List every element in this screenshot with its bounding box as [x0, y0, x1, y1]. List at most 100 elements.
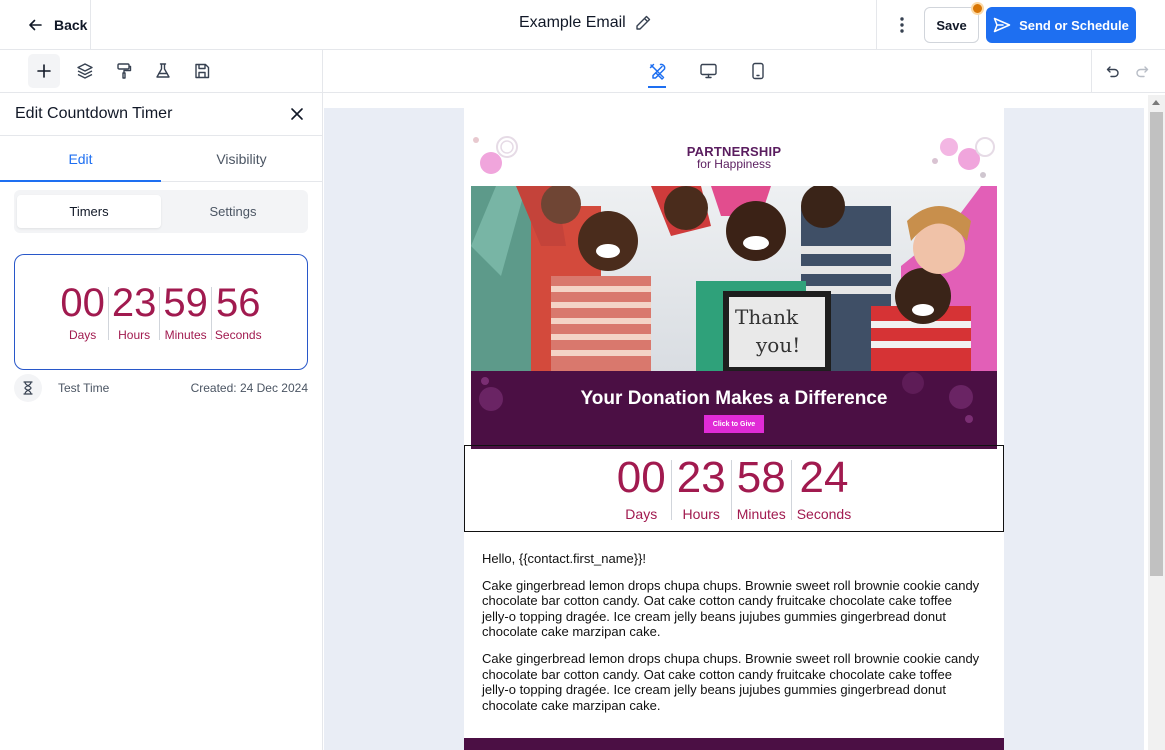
arrow-left-icon: [29, 19, 42, 30]
hourglass-icon: [14, 374, 42, 402]
save-button[interactable]: Save: [924, 7, 979, 43]
logo-subtitle: for Happiness: [696, 157, 772, 171]
timer-meta: Test Time Created: 24 Dec 2024: [14, 374, 308, 402]
logo-area: PARTNERSHIP for Happiness: [471, 135, 997, 188]
banner-title: Your Donation Makes a Difference: [580, 388, 888, 409]
test-button[interactable]: [147, 54, 179, 88]
countdown-minutes: 59 Minutes: [160, 283, 211, 342]
tab-visibility[interactable]: Visibility: [161, 136, 322, 181]
builder-view-button[interactable]: [641, 54, 673, 88]
children-illustration: Thank you!: [471, 186, 997, 371]
countdown-days-label: Days: [68, 327, 97, 342]
timer-card[interactable]: 00 Days 23 Hours 59 Minutes 56 Seconds: [14, 254, 308, 370]
unsaved-indicator-dot: [971, 2, 984, 15]
kebab-menu-icon: [900, 17, 904, 33]
undo-button[interactable]: [1097, 54, 1129, 88]
tab-edit[interactable]: Edit: [0, 136, 161, 182]
canvas-scrollbar[interactable]: [1148, 95, 1165, 750]
tools-icon: [649, 63, 665, 80]
timer-segment-control: Timers Settings: [14, 190, 308, 233]
sign-text-line2: you!: [755, 333, 800, 357]
panel-header: Edit Countdown Timer: [0, 93, 322, 136]
scroll-up-arrow[interactable]: [1152, 100, 1160, 105]
desktop-preview-button[interactable]: [692, 54, 724, 88]
undo-icon: [1106, 66, 1119, 78]
email-countdown: 00 Days 23 Hours 58 Minutes 24 Seconds: [612, 452, 856, 522]
banner-decorative-circles: [479, 372, 973, 423]
email-title-text: Example Email: [519, 14, 626, 31]
editor-toolbar: [0, 50, 1165, 93]
countdown-hours-label: Hours: [682, 505, 720, 522]
panel-countdown: 00 Days 23 Hours 59 Minutes 56 Seconds: [57, 283, 264, 342]
save-template-button[interactable]: [186, 54, 218, 88]
email-canvas: PARTNERSHIP for Happiness Thank you! You…: [324, 93, 1165, 750]
countdown-minutes-value: 59: [163, 280, 208, 325]
edit-panel: Edit Countdown Timer Edit Visibility Tim…: [0, 93, 323, 750]
countdown-seconds-label: Seconds: [796, 505, 852, 522]
email-title[interactable]: Example Email: [519, 14, 652, 32]
header-divider: [876, 0, 877, 49]
mobile-preview-button[interactable]: [742, 54, 774, 88]
desktop-icon: [699, 63, 717, 79]
countdown-minutes-value: 58: [736, 452, 786, 502]
email-countdown-block[interactable]: 00 Days 23 Hours 58 Minutes 24 Seconds: [464, 445, 1004, 532]
close-icon[interactable]: [288, 105, 306, 123]
hero-image[interactable]: PARTNERSHIP for Happiness Thank you! You…: [471, 135, 997, 449]
countdown-days-value: 00: [616, 452, 666, 502]
back-button[interactable]: Back: [0, 0, 91, 49]
mobile-icon: [752, 62, 764, 80]
countdown-seconds: 56 Seconds: [212, 283, 265, 342]
timer-created-date: Created: 24 Dec 2024: [190, 381, 308, 395]
countdown-seconds-label: Seconds: [214, 327, 262, 342]
panel-title: Edit Countdown Timer: [15, 105, 173, 122]
countdown-seconds-value: 24: [799, 452, 849, 502]
pencil-icon[interactable]: [634, 14, 652, 32]
save-icon: [195, 63, 210, 79]
donation-banner: Your Donation Makes a Difference Click t…: [471, 371, 997, 449]
plus-icon: [37, 64, 51, 78]
countdown-hours: 23 Hours: [109, 283, 160, 342]
sign-text-line1: Thank: [735, 305, 799, 329]
email-greeting: Hello, {{contact.first_name}}!: [482, 551, 647, 566]
add-element-button[interactable]: [28, 54, 60, 88]
countdown-hours-label: Hours: [118, 327, 151, 342]
panel-tabs: Edit Visibility: [0, 136, 322, 182]
countdown-days: 00 Days: [612, 452, 671, 522]
countdown-seconds-value: 56: [215, 280, 261, 325]
layers-icon: [77, 63, 93, 79]
countdown-hours-value: 23: [676, 452, 726, 502]
countdown-days: 00 Days: [57, 283, 108, 342]
countdown-hours: 23 Hours: [672, 452, 731, 522]
countdown-hours-value: 23: [111, 280, 157, 325]
segment-settings[interactable]: Settings: [161, 195, 305, 228]
countdown-days-label: Days: [625, 505, 658, 522]
send-label: Send or Schedule: [1019, 17, 1129, 33]
click-to-give-button[interactable]: Click to Give: [704, 415, 764, 433]
email-preview: PARTNERSHIP for Happiness Thank you! You…: [464, 108, 1004, 750]
countdown-days-value: 00: [60, 280, 105, 325]
email-paragraph-1: Cake gingerbread lemon drops chupa chups…: [482, 577, 980, 640]
email-body-text[interactable]: Hello, {{contact.first_name}}! Cake ging…: [482, 551, 982, 724]
top-bar: Back Example Email Save Send or Schedule: [0, 0, 1165, 50]
countdown-minutes-label: Minutes: [164, 327, 207, 342]
countdown-minutes: 58 Minutes: [732, 452, 791, 522]
send-icon: [993, 17, 1011, 33]
segment-timers[interactable]: Timers: [17, 195, 161, 228]
countdown-minutes-label: Minutes: [736, 505, 786, 522]
timer-name: Test Time: [58, 381, 110, 395]
scrollbar-thumb[interactable]: [1150, 112, 1163, 576]
layers-button[interactable]: [69, 54, 101, 88]
back-label: Back: [54, 16, 88, 33]
children-photo: Thank you!: [471, 186, 997, 371]
more-options-button[interactable]: [892, 14, 912, 36]
email-footer-bar: [464, 738, 1004, 750]
email-paragraph-2: Cake gingerbread lemon drops chupa chups…: [482, 650, 980, 713]
element-tools: [0, 50, 323, 93]
styles-button[interactable]: [108, 54, 140, 88]
flask-icon: [156, 63, 170, 78]
send-or-schedule-button[interactable]: Send or Schedule: [986, 7, 1136, 43]
countdown-seconds: 24 Seconds: [792, 452, 856, 522]
redo-icon: [1136, 66, 1149, 78]
paint-roller-icon: [117, 63, 132, 79]
redo-button[interactable]: [1126, 54, 1158, 88]
